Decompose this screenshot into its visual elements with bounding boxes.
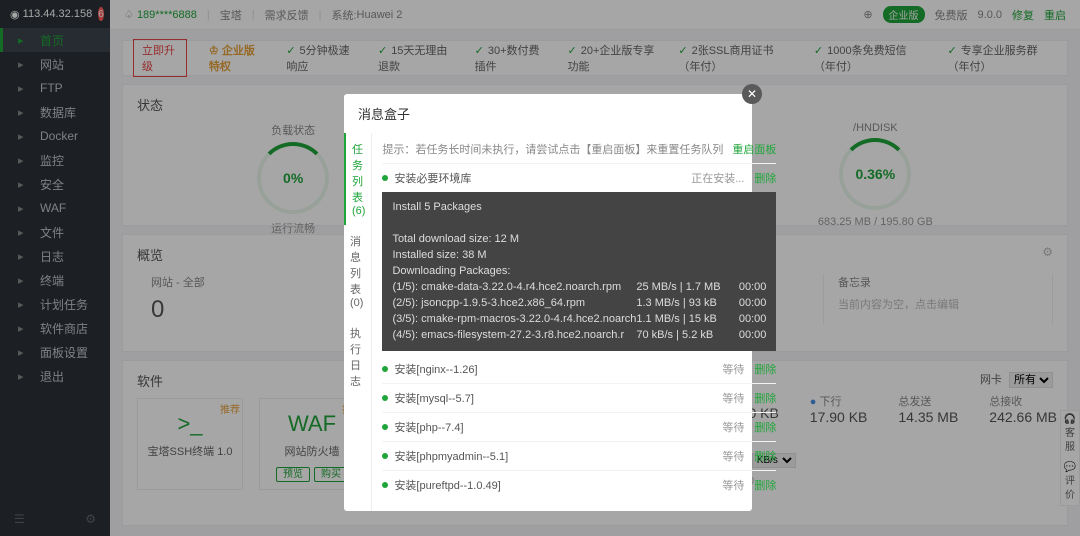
tab-logs[interactable]: 执行日志 (344, 317, 371, 397)
task-row: 安装[mysql--5.7]等待删除 (382, 383, 776, 412)
reset-panel-link[interactable]: 重启面板 (732, 141, 776, 157)
delete-link[interactable]: 删除 (754, 390, 776, 406)
install-log: Install 5 Packages Total download size: … (382, 192, 776, 351)
task-row: 安装必要环境库 正在安装... 删除 (382, 163, 776, 192)
modal-content: 提示：若任务长时间未执行，请尝试点击【重启面板】来重置任务队列 重启面板 安装必… (372, 133, 786, 511)
tab-tasks[interactable]: 任务列表 (6) (344, 133, 371, 225)
delete-link[interactable]: 删除 (754, 448, 776, 464)
modal-title: 消息盒子 (344, 94, 752, 133)
task-row: 安装[phpmyadmin--5.1]等待删除 (382, 441, 776, 470)
modal-tabs: 任务列表 (6) 消息列表 (0) 执行日志 (344, 133, 372, 511)
task-row: 安装[php--7.4]等待删除 (382, 412, 776, 441)
hint-text: 提示：若任务长时间未执行，请尝试点击【重启面板】来重置任务队列 (382, 141, 723, 157)
status-dot-icon (382, 175, 388, 181)
delete-link[interactable]: 删除 (754, 361, 776, 377)
status-dot-icon (382, 482, 388, 488)
delete-link[interactable]: 删除 (754, 477, 776, 493)
message-box-modal: ✕ 消息盒子 任务列表 (6) 消息列表 (0) 执行日志 提示：若任务长时间未… (344, 94, 752, 511)
task-row: 安装[nginx--1.26]等待删除 (382, 355, 776, 383)
delete-link[interactable]: 删除 (754, 419, 776, 435)
tab-messages[interactable]: 消息列表 (0) (344, 225, 371, 317)
status-dot-icon (382, 424, 388, 430)
status-dot-icon (382, 395, 388, 401)
close-icon[interactable]: ✕ (742, 84, 762, 104)
task-row: 安装[pureftpd--1.0.49]等待删除 (382, 470, 776, 499)
status-dot-icon (382, 453, 388, 459)
status-dot-icon (382, 366, 388, 372)
delete-link[interactable]: 删除 (754, 170, 776, 186)
